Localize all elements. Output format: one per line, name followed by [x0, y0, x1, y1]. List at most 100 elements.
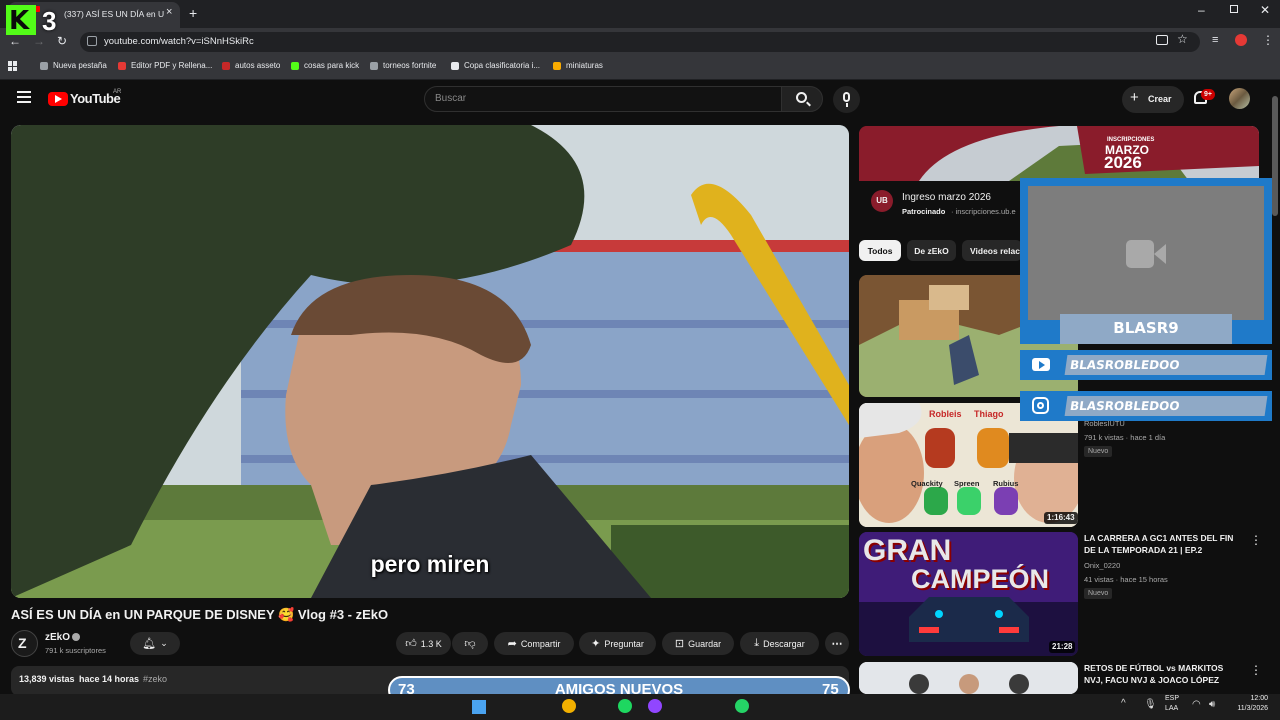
wifi-icon[interactable]: ◠: [1192, 699, 1201, 710]
twitch-taskbar-icon[interactable]: [648, 699, 662, 713]
install-app-icon[interactable]: [1156, 35, 1168, 45]
bookmark-favicon-icon: [451, 62, 459, 70]
tray-chevron-icon[interactable]: ^: [1121, 698, 1126, 709]
voice-search-button[interactable]: [833, 86, 860, 113]
subscribed-bell-button[interactable]: 🔔︎ ⌄: [130, 632, 180, 655]
spotify-taskbar-icon[interactable]: [618, 699, 632, 713]
clock-date[interactable]: 11/3/2026: [1222, 705, 1268, 712]
share-button[interactable]: ➦ Compartir: [494, 632, 574, 655]
bookmark-favicon-icon: [222, 62, 230, 70]
video-options-icon[interactable]: ⋮: [1250, 534, 1262, 546]
omnibox[interactable]: youtube.com/watch?v=iSNnHSkiRc ☆: [80, 32, 1200, 52]
ad-banner[interactable]: INSCRIPCIONES MARZO 2026: [859, 126, 1259, 181]
video-title-link[interactable]: LA CARRERA A GC1 ANTES DEL FIN DE LA TEM…: [1084, 532, 1244, 556]
chrome-taskbar-icon[interactable]: [562, 699, 576, 713]
back-icon[interactable]: ←: [9, 34, 21, 48]
webcam-placeholder: [1028, 186, 1264, 320]
search-button[interactable]: [781, 86, 823, 112]
avatar[interactable]: [1229, 88, 1250, 109]
youtube-logo-icon[interactable]: [48, 92, 68, 106]
chip-all[interactable]: Todos: [859, 240, 901, 261]
dislike-button[interactable]: 👎︎: [452, 632, 488, 655]
download-button[interactable]: ⤓ Descargar: [740, 632, 819, 655]
video-thumbnail[interactable]: Robleis Thiago Quackity Spreen Rubius 1:…: [859, 403, 1078, 527]
thumbnail-label: Spreen: [954, 479, 980, 488]
thumbnail-label: CAMPEÓN: [911, 564, 1050, 594]
video-frame: [11, 125, 849, 598]
video-options-icon[interactable]: ⋮: [1250, 664, 1262, 676]
new-badge: Nuevo: [1084, 446, 1113, 457]
bookmark-item[interactable]: torneos fortnite: [383, 61, 436, 70]
channel-name[interactable]: zEkO: [45, 632, 70, 643]
tab-title: (337) ASÍ ES UN DÍA en UN P: [64, 9, 164, 19]
video-thumbnail[interactable]: [859, 662, 1078, 694]
create-button[interactable]: + Crear: [1122, 86, 1184, 113]
bookmark-item[interactable]: autos asseto: [235, 61, 280, 70]
bookmark-item[interactable]: Editor PDF y Rellena...: [131, 61, 212, 70]
bookmark-item[interactable]: miniaturas: [566, 61, 603, 70]
channel-logo-icon: Z: [18, 635, 27, 651]
ad-logo: UB: [871, 190, 893, 212]
webcam-name: BLASR9: [1113, 319, 1179, 337]
share-label: Compartir: [520, 638, 561, 649]
like-count: 1.3 K: [420, 638, 442, 649]
ad-domain: · inscripciones.ub.e: [951, 207, 1016, 216]
kick-k-icon: K: [9, 6, 30, 36]
save-button[interactable]: ⊡ Guardar: [662, 632, 734, 655]
hamburger-menu-icon[interactable]: [17, 91, 31, 103]
like-button[interactable]: 👍︎ 1.3 K: [396, 632, 451, 655]
ask-button[interactable]: ✦ Preguntar: [579, 632, 656, 655]
hashtag[interactable]: #zeko: [143, 674, 167, 684]
search-icon: [796, 92, 807, 103]
windows-start-icon[interactable]: [472, 700, 486, 714]
volume-icon[interactable]: 🔊︎: [1209, 699, 1215, 710]
region-code: AR: [113, 89, 122, 95]
tray-mic-icon[interactable]: 🎙︎: [1144, 699, 1157, 710]
video-channel[interactable]: Onix_0220: [1084, 561, 1120, 570]
video-duration: 1:16:43: [1044, 512, 1078, 524]
whatsapp-taskbar-icon[interactable]: [735, 699, 749, 713]
thumbnail-label: Thiago: [974, 409, 1004, 419]
youtube-handle-bar: BLASROBLEDOO: [1020, 350, 1272, 380]
channel-avatar[interactable]: Z: [11, 630, 38, 657]
apps-grid-icon[interactable]: [8, 61, 18, 71]
ad-sponsored: Patrocinado: [902, 207, 946, 216]
maximize-icon[interactable]: [1230, 5, 1238, 13]
search-input[interactable]: Buscar: [424, 86, 782, 112]
site-info-icon[interactable]: [87, 36, 97, 46]
instagram-handle-bar: BLASROBLEDOO: [1020, 391, 1272, 421]
bookmark-favicon-icon: [553, 62, 561, 70]
url-text[interactable]: youtube.com/watch?v=iSNnHSkiRc: [104, 36, 254, 47]
video-player[interactable]: pero miren: [11, 125, 849, 598]
video-thumbnail[interactable]: GRAN CAMPEÓN 21:28: [859, 532, 1078, 656]
tray-lang[interactable]: ESP: [1165, 695, 1179, 702]
profile-icon[interactable]: [1235, 34, 1247, 46]
view-count: 13,839 vistas: [19, 674, 75, 684]
download-icon: ⤓: [754, 637, 760, 649]
video-title-link[interactable]: RETOS DE FÚTBOL vs MARKITOS NVJ, FACU NV…: [1084, 662, 1244, 686]
microphone-icon: [843, 92, 850, 102]
new-tab-button[interactable]: +: [189, 5, 197, 21]
bookmark-item[interactable]: cosas para kick: [304, 61, 359, 70]
instagram-handle: BLASROBLEDOO: [1064, 396, 1268, 416]
upload-time: hace 14 horas: [79, 674, 140, 684]
tray-layout[interactable]: LAA: [1165, 705, 1178, 712]
more-actions-button[interactable]: ⋯: [825, 632, 849, 655]
tab-close-icon[interactable]: ×: [166, 6, 172, 18]
clock-time[interactable]: 12:00: [1232, 695, 1268, 702]
minimize-icon[interactable]: –: [1198, 3, 1205, 17]
bookmark-item[interactable]: Copa clasificatoria i...: [464, 61, 540, 70]
webcam-frame: BLASR9: [1020, 178, 1272, 344]
page-scrollbar[interactable]: [1272, 84, 1278, 694]
chip-from-channel[interactable]: De zEkO: [907, 240, 956, 261]
subscriber-count: 791 k suscriptores: [45, 646, 106, 655]
bookmark-favicon-icon: [370, 62, 378, 70]
window-close-icon[interactable]: ✕: [1260, 3, 1270, 17]
chip-related[interactable]: Videos relac: [962, 240, 1022, 261]
browser-menu-icon[interactable]: ⋮: [1262, 33, 1274, 47]
thumbs-up-icon: 👍︎: [405, 638, 417, 650]
bookmark-item[interactable]: Nueva pestaña: [53, 61, 107, 70]
reload-icon[interactable]: ↻: [57, 34, 67, 48]
bookmark-star-icon[interactable]: ☆: [1177, 32, 1188, 46]
media-icon[interactable]: ≡: [1212, 34, 1218, 46]
